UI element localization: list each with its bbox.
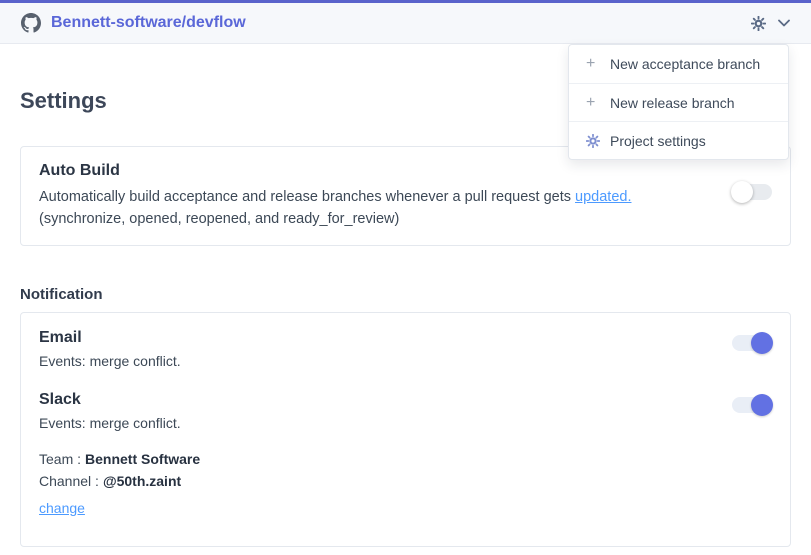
change-link[interactable]: change — [39, 500, 85, 517]
channel-value: @50th.zaint — [103, 473, 181, 489]
toggle-knob — [751, 332, 773, 354]
menu-item-label: New acceptance branch — [610, 56, 760, 72]
menu-item-new-release-branch[interactable]: + New release branch — [569, 83, 788, 121]
slack-notification-row: Slack Events: merge conflict. — [39, 390, 772, 433]
team-line: Team :Bennett Software — [39, 448, 772, 470]
auto-build-title: Auto Build — [39, 161, 772, 181]
menu-item-label: Project settings — [610, 133, 706, 149]
updated-link[interactable]: updated. — [575, 189, 631, 205]
chevron-down-icon — [778, 19, 790, 27]
gear-icon — [586, 134, 610, 148]
branch-menu-dropdown: + New acceptance branch + New release br… — [568, 44, 789, 160]
email-notification-row: Email Events: merge conflict. — [39, 328, 772, 371]
team-label: Team : — [39, 451, 81, 467]
notification-section-label: Notification — [20, 286, 791, 304]
plus-icon: + — [586, 56, 610, 72]
auto-build-description-line2: (synchronize, opened, reopened, and read… — [39, 211, 399, 227]
slack-title: Slack — [39, 390, 772, 410]
auto-build-toggle[interactable] — [732, 184, 772, 200]
channel-label: Channel : — [39, 473, 99, 489]
notification-card: Email Events: merge conflict. Slack Even… — [20, 312, 791, 547]
menu-item-new-acceptance-branch[interactable]: + New acceptance branch — [569, 45, 788, 83]
slack-team-info: Team :Bennett Software Channel :@50th.za… — [39, 448, 772, 519]
menu-item-project-settings[interactable]: Project settings — [569, 121, 788, 159]
github-icon — [21, 13, 41, 33]
slack-toggle[interactable] — [732, 397, 772, 413]
email-events: Events: merge conflict. — [39, 351, 772, 371]
repo-link[interactable]: Bennett-software/devflow — [21, 13, 246, 33]
toggle-knob — [731, 181, 753, 203]
toggle-knob — [751, 394, 773, 416]
settings-menu-button[interactable] — [751, 16, 790, 31]
plus-icon: + — [586, 95, 610, 111]
menu-item-label: New release branch — [610, 95, 735, 111]
app-header: Bennett-software/devflow — [0, 3, 811, 44]
channel-line: Channel :@50th.zaint — [39, 470, 772, 492]
repo-title: Bennett-software/devflow — [51, 14, 246, 32]
auto-build-card: Auto Build Automatically build acceptanc… — [20, 146, 791, 246]
auto-build-description: Automatically build acceptance and relea… — [39, 186, 709, 230]
email-title: Email — [39, 328, 772, 348]
auto-build-description-text: Automatically build acceptance and relea… — [39, 189, 575, 205]
team-value: Bennett Software — [85, 451, 200, 467]
gear-icon — [751, 16, 766, 31]
slack-events: Events: merge conflict. — [39, 413, 772, 433]
email-toggle[interactable] — [732, 335, 772, 351]
